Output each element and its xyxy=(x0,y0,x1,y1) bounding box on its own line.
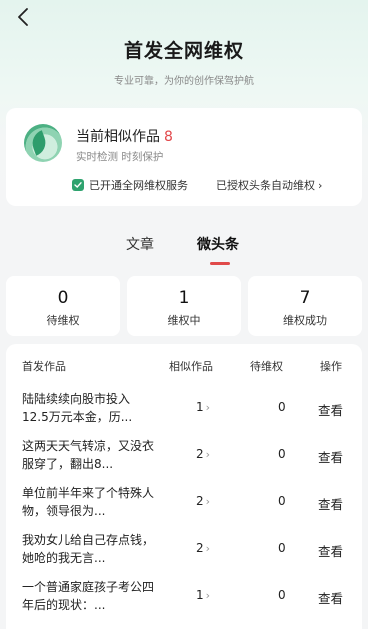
similar-count-value: 1 xyxy=(196,400,204,414)
similar-count-value: 1 xyxy=(196,588,204,602)
content-tabs: 文章 微头条 xyxy=(0,234,368,265)
table-row: 这两天天气转凉，又没衣服穿了，翻出8... 2 › 0 查看 xyxy=(6,437,362,483)
similar-count-value: 2 xyxy=(196,494,204,508)
chevron-right-icon: › xyxy=(205,448,211,461)
pending-count: 0 xyxy=(278,400,286,414)
similar-count-value: 2 xyxy=(196,447,204,461)
work-title[interactable]: 单位前半年来了个特殊人物，领导很为... xyxy=(22,484,154,520)
stat-success-value: 7 xyxy=(299,288,311,308)
view-button[interactable]: 查看 xyxy=(318,400,343,419)
stats-row: 0 待维权 1 维权中 7 维权成功 xyxy=(6,276,362,336)
auto-protect-text: 已授权头条自动维权 xyxy=(216,179,315,192)
similar-count[interactable]: 1 › xyxy=(196,588,210,602)
check-icon xyxy=(72,179,84,191)
similar-works-title: 当前相似作品 8 xyxy=(76,126,173,146)
stat-in-progress-label: 维权中 xyxy=(167,314,201,327)
chevron-right-icon: › xyxy=(318,178,323,192)
stat-pending-label: 待维权 xyxy=(46,314,80,327)
similar-works-label: 当前相似作品 xyxy=(76,129,160,145)
column-header-work: 首发作品 xyxy=(22,360,66,373)
stat-in-progress-value: 1 xyxy=(178,288,190,308)
stat-success-label: 维权成功 xyxy=(283,314,327,327)
stat-pending-value: 0 xyxy=(57,288,69,308)
pending-count: 0 xyxy=(278,447,286,461)
work-title[interactable]: 我劝女儿给自己存点钱，她呛的我无言... xyxy=(22,531,154,567)
chevron-right-icon: › xyxy=(205,495,211,508)
auto-protect-link[interactable]: 已授权头条自动维权 › xyxy=(216,177,322,193)
chevron-right-icon: › xyxy=(205,401,211,414)
work-title[interactable]: 这两天天气转凉，又没衣服穿了，翻出8... xyxy=(22,437,154,473)
similar-count-value: 2 xyxy=(196,541,204,555)
similar-count[interactable]: 2 › xyxy=(196,447,210,461)
chevron-right-icon: › xyxy=(205,589,211,602)
table-row: 一个普通家庭孩子考公四年后的现状：... 1 › 0 查看 xyxy=(6,578,362,624)
service-status: 已开通全网维权服务 xyxy=(72,177,188,193)
pending-count: 0 xyxy=(278,494,286,508)
works-table: 首发作品 相似作品 待维权 操作 陆陆续续向股市投入12.5万元本金，历... … xyxy=(6,344,362,629)
view-button[interactable]: 查看 xyxy=(318,588,343,607)
similar-works-count: 8 xyxy=(164,129,173,145)
column-header-similar: 相似作品 xyxy=(169,360,213,373)
column-header-action: 操作 xyxy=(320,360,342,373)
pending-count: 0 xyxy=(278,588,286,602)
similar-count[interactable]: 2 › xyxy=(196,494,210,508)
stat-success[interactable]: 7 维权成功 xyxy=(248,276,362,336)
work-title[interactable]: 陆陆续续向股市投入12.5万元本金，历... xyxy=(22,390,154,426)
view-button[interactable]: 查看 xyxy=(318,541,343,560)
monitoring-subtitle: 实时检测 时刻保护 xyxy=(76,151,164,163)
back-button[interactable] xyxy=(14,8,32,26)
table-row: 我劝女儿给自己存点钱，她呛的我无言... 2 › 0 查看 xyxy=(6,531,362,577)
shield-leaf-icon xyxy=(24,124,62,162)
column-header-pending: 待维权 xyxy=(250,360,283,373)
pending-count: 0 xyxy=(278,541,286,555)
page-subtitle: 专业可靠，为你的创作保驾护航 xyxy=(114,76,254,87)
similar-works-card[interactable]: 当前相似作品 8 实时检测 时刻保护 已开通全网维权服务 已授权头条自动维权 › xyxy=(6,108,362,206)
view-button[interactable]: 查看 xyxy=(318,447,343,466)
stat-pending[interactable]: 0 待维权 xyxy=(6,276,120,336)
stat-in-progress[interactable]: 1 维权中 xyxy=(127,276,241,336)
chevron-left-icon xyxy=(18,8,28,26)
similar-count[interactable]: 2 › xyxy=(196,541,210,555)
chevron-right-icon: › xyxy=(205,542,211,555)
rights-protection-page: 首发全网维权 专业可靠，为你的创作保驾护航 当前相似作品 8 实时检测 时刻保护 … xyxy=(0,0,368,629)
tab-micro-headline[interactable]: 微头条 xyxy=(197,234,239,254)
active-tab-indicator xyxy=(210,262,230,265)
view-button[interactable]: 查看 xyxy=(318,494,343,513)
table-row: 单位前半年来了个特殊人物，领导很为... 2 › 0 查看 xyxy=(6,484,362,530)
similar-count[interactable]: 1 › xyxy=(196,400,210,414)
table-row: 陆陆续续向股市投入12.5万元本金，历... 1 › 0 查看 xyxy=(6,390,362,436)
page-title: 首发全网维权 xyxy=(123,40,244,62)
service-status-text: 已开通全网维权服务 xyxy=(89,179,188,192)
tab-article[interactable]: 文章 xyxy=(126,234,154,254)
work-title[interactable]: 一个普通家庭孩子考公四年后的现状：... xyxy=(22,578,154,614)
